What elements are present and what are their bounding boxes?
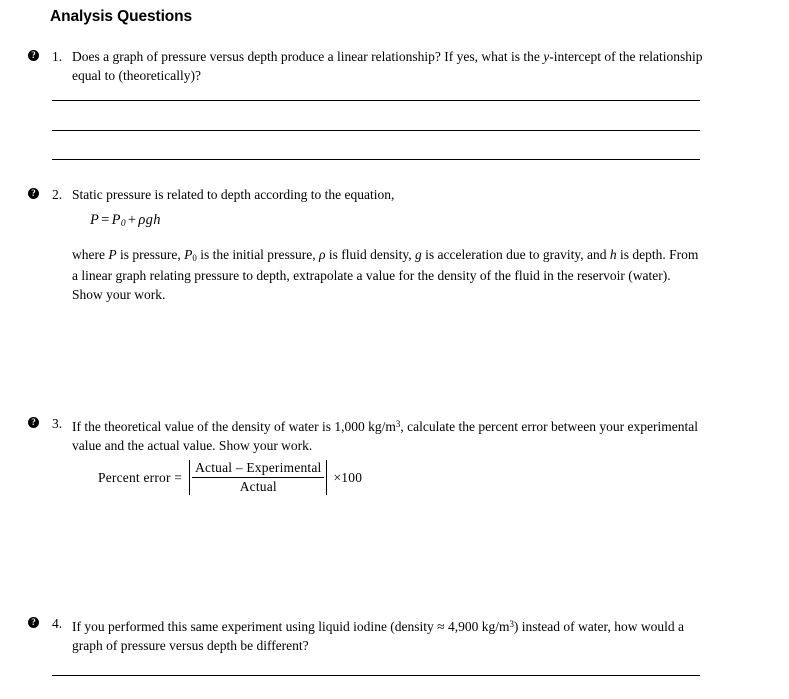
equation-plus: + <box>127 212 137 228</box>
answer-line[interactable] <box>52 675 700 676</box>
symbol-P: P <box>108 247 117 262</box>
para-text: is fluid density, <box>325 247 416 262</box>
worksheet-page: Analysis Questions ? 1. Does a graph of … <box>0 0 789 699</box>
question-number: 3. <box>52 416 63 431</box>
para-text: is pressure, <box>116 247 185 262</box>
answer-line[interactable] <box>52 100 700 101</box>
absolute-value-group: Actual – Experimental Actual <box>187 460 329 495</box>
question-mark-circle-icon: ? <box>28 617 39 628</box>
question-number: 1. <box>52 49 63 64</box>
answer-line[interactable] <box>52 159 700 160</box>
question-text: Does a graph of pressure versus depth pr… <box>72 48 704 85</box>
formula-multiplier: ×100 <box>333 469 363 485</box>
para-text: where <box>72 247 109 262</box>
para-text: is acceleration due to gravity, and <box>421 247 610 262</box>
question-3-part-a: If the theoretical value of the density … <box>72 419 396 434</box>
answer-line[interactable] <box>52 130 700 131</box>
abs-bar-left <box>189 460 191 495</box>
fraction: Actual – Experimental Actual <box>192 460 325 495</box>
equation-rhs-symbol: P <box>111 212 121 228</box>
page-title: Analysis Questions <box>50 8 193 25</box>
question-mark-circle-icon: ? <box>28 50 39 61</box>
static-pressure-equation: P = P0 + ρgh <box>90 212 161 229</box>
question-2-paragraph: where P is pressure, P0 is the initial p… <box>72 246 704 304</box>
abs-bar-right <box>326 460 328 495</box>
question-number: 4. <box>52 616 63 631</box>
equation-equals: = <box>101 212 110 228</box>
fraction-denominator: Actual <box>239 479 277 494</box>
question-mark-circle-icon: ? <box>28 417 39 428</box>
question-text: If the theoretical value of the density … <box>72 415 704 455</box>
question-number: 2. <box>52 187 63 202</box>
percent-error-formula: Percent error = Actual – Experimental Ac… <box>98 460 362 495</box>
symbol-h: h <box>609 247 617 262</box>
fraction-numerator: Actual – Experimental <box>192 460 325 478</box>
question-mark-circle-icon: ? <box>28 188 39 199</box>
symbol-g: g <box>415 247 422 262</box>
question-text: Static pressure is related to depth acco… <box>72 186 704 205</box>
equation-lhs: P <box>90 212 100 228</box>
equation-term: ρgh <box>138 212 161 228</box>
question-4-part-a: If you performed this same experiment us… <box>72 619 510 634</box>
para-text: is the initial pressure, <box>196 247 320 262</box>
formula-label: Percent error = <box>98 469 183 485</box>
question-2-line-1: Static pressure is related to depth acco… <box>72 187 395 202</box>
question-text: If you performed this same experiment us… <box>72 615 704 655</box>
question-1-line-1: Does a graph of pressure versus depth pr… <box>72 49 540 64</box>
